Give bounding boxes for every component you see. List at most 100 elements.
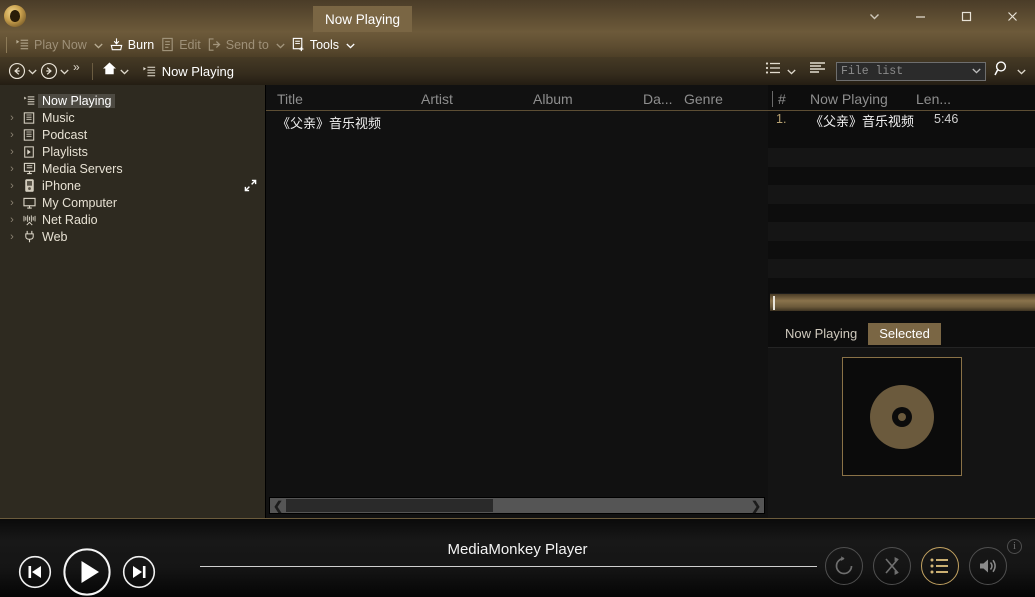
sidebar-item-net-radio[interactable]: › Net Radio <box>0 211 265 228</box>
titlebar-tab-now-playing[interactable]: Now Playing <box>313 6 413 32</box>
list-item[interactable]: 1. 《父亲》音乐视频 5:46 <box>768 111 1035 130</box>
list-view-dropdown[interactable] <box>787 62 796 80</box>
column-header-artist[interactable]: Artist <box>421 91 453 110</box>
title-bar: Now Playing <box>0 0 1035 32</box>
menu-item-burn[interactable]: Burn <box>106 34 157 55</box>
sidebar-item-my-computer[interactable]: › My Computer <box>0 194 265 211</box>
sidebar-item-music[interactable]: › Music <box>0 109 265 126</box>
expand-arrows-icon[interactable] <box>244 179 257 195</box>
play-list-icon <box>16 39 29 50</box>
sidebar-item-playlists[interactable]: › Playlists <box>0 143 265 160</box>
tab-now-playing[interactable]: Now Playing <box>774 323 868 345</box>
column-header-album[interactable]: Album <box>533 91 573 110</box>
tree-expander-icon[interactable]: › <box>4 180 20 192</box>
tree-expander-icon[interactable]: › <box>4 146 20 158</box>
menu-label-send-to: Send to <box>225 37 269 52</box>
close-button[interactable] <box>989 0 1035 32</box>
menu-label-edit: Edit <box>179 37 201 52</box>
tree-expander-icon[interactable]: › <box>4 129 20 141</box>
forward-button[interactable] <box>40 62 58 80</box>
library-icon <box>20 111 38 124</box>
previous-track-button[interactable] <box>18 555 52 589</box>
menu-item-edit[interactable]: Edit <box>157 34 204 55</box>
file-list-rows: 《父亲》音乐视频 <box>266 111 768 490</box>
forward-circle-icon <box>40 62 58 80</box>
back-history-dropdown[interactable] <box>28 62 37 80</box>
cell-title: 《父亲》音乐视频 <box>277 116 382 131</box>
search-button[interactable] <box>994 60 1011 82</box>
volume-icon <box>980 559 996 573</box>
repeat-button[interactable] <box>825 547 863 585</box>
back-button[interactable] <box>8 62 26 80</box>
sidebar-label-web: Web <box>42 229 68 244</box>
net-radio-icon <box>20 214 38 226</box>
playlist-button[interactable] <box>921 547 959 585</box>
sidebar-label-music: Music <box>42 110 75 125</box>
column-header-number[interactable]: # <box>778 91 786 107</box>
volume-button[interactable] <box>969 547 1007 585</box>
list-item-empty[interactable] <box>768 130 1035 149</box>
forward-history-dropdown[interactable] <box>60 62 69 80</box>
column-header-length[interactable]: Len... <box>916 91 951 107</box>
list-item-empty[interactable] <box>768 167 1035 186</box>
home-dropdown[interactable] <box>120 62 129 80</box>
titlebar-dropdown-button[interactable] <box>851 0 897 32</box>
seek-slider[interactable] <box>200 566 817 569</box>
list-view-button[interactable] <box>765 61 781 81</box>
sidebar-label-podcast: Podcast <box>42 127 88 142</box>
album-art-area <box>768 347 1035 518</box>
column-header-title[interactable]: Title <box>277 91 303 110</box>
tree-expander-icon[interactable]: › <box>4 163 20 175</box>
column-header-date[interactable]: Da... <box>643 91 673 110</box>
sidebar-item-web[interactable]: › Web <box>0 228 265 245</box>
chevron-down-icon <box>346 38 355 52</box>
sidebar-item-media-servers[interactable]: › Media Servers <box>0 160 265 177</box>
play-button[interactable] <box>62 547 112 597</box>
home-button[interactable] <box>101 60 118 82</box>
now-playing-icon <box>20 94 38 107</box>
detail-view-button[interactable] <box>809 61 826 81</box>
table-row[interactable]: 《父亲》音乐视频 <box>266 111 768 133</box>
list-item-empty[interactable] <box>768 204 1035 223</box>
panel-progress-bar[interactable] <box>770 293 1035 311</box>
breadcrumb[interactable]: Now Playing <box>142 64 234 79</box>
menu-label-tools: Tools <box>309 37 340 52</box>
horizontal-scrollbar[interactable]: ❮ ❯ <box>269 497 765 514</box>
menu-item-send-to[interactable]: Send to <box>204 34 288 55</box>
scrollbar-thumb[interactable] <box>286 499 493 512</box>
view-selector[interactable]: File list <box>836 61 986 81</box>
previous-icon <box>18 555 52 589</box>
menu-item-play-now[interactable]: Play Now <box>12 34 106 55</box>
menu-item-tools[interactable]: Tools <box>288 34 358 55</box>
minimize-button[interactable] <box>897 0 943 32</box>
list-item-empty[interactable] <box>768 185 1035 204</box>
next-track-button[interactable] <box>122 555 156 589</box>
list-item-empty[interactable] <box>768 241 1035 260</box>
transport-controls <box>18 547 156 597</box>
column-header-genre[interactable]: Genre <box>684 91 723 110</box>
web-plug-icon <box>20 230 38 243</box>
tree-expander-icon[interactable]: › <box>4 197 20 209</box>
scroll-left-icon[interactable]: ❮ <box>270 499 286 513</box>
search-dropdown[interactable] <box>1017 62 1026 80</box>
column-header-now-playing[interactable]: Now Playing <box>810 91 888 107</box>
tree-expander-icon[interactable]: › <box>4 214 20 226</box>
tree-expander-icon[interactable]: › <box>4 112 20 124</box>
double-chevron-icon[interactable]: » <box>73 57 80 74</box>
list-item-empty[interactable] <box>768 222 1035 241</box>
scroll-right-icon[interactable]: ❯ <box>748 499 764 513</box>
list-item-empty[interactable] <box>768 148 1035 167</box>
maximize-button[interactable] <box>943 0 989 32</box>
sidebar-label-playlists: Playlists <box>42 144 88 159</box>
sidebar-item-podcast[interactable]: › Podcast <box>0 126 265 143</box>
sidebar-item-now-playing[interactable]: Now Playing <box>0 92 265 109</box>
shuffle-button[interactable] <box>873 547 911 585</box>
tab-selected[interactable]: Selected <box>868 323 941 345</box>
detail-view-icon <box>810 62 825 73</box>
info-icon[interactable]: i <box>1007 539 1022 554</box>
sidebar-item-iphone[interactable]: › iPhone <box>0 177 265 194</box>
toolbar-divider <box>6 36 7 53</box>
album-art-placeholder[interactable] <box>841 357 962 476</box>
list-item-empty[interactable] <box>768 259 1035 278</box>
tree-expander-icon[interactable]: › <box>4 231 20 243</box>
